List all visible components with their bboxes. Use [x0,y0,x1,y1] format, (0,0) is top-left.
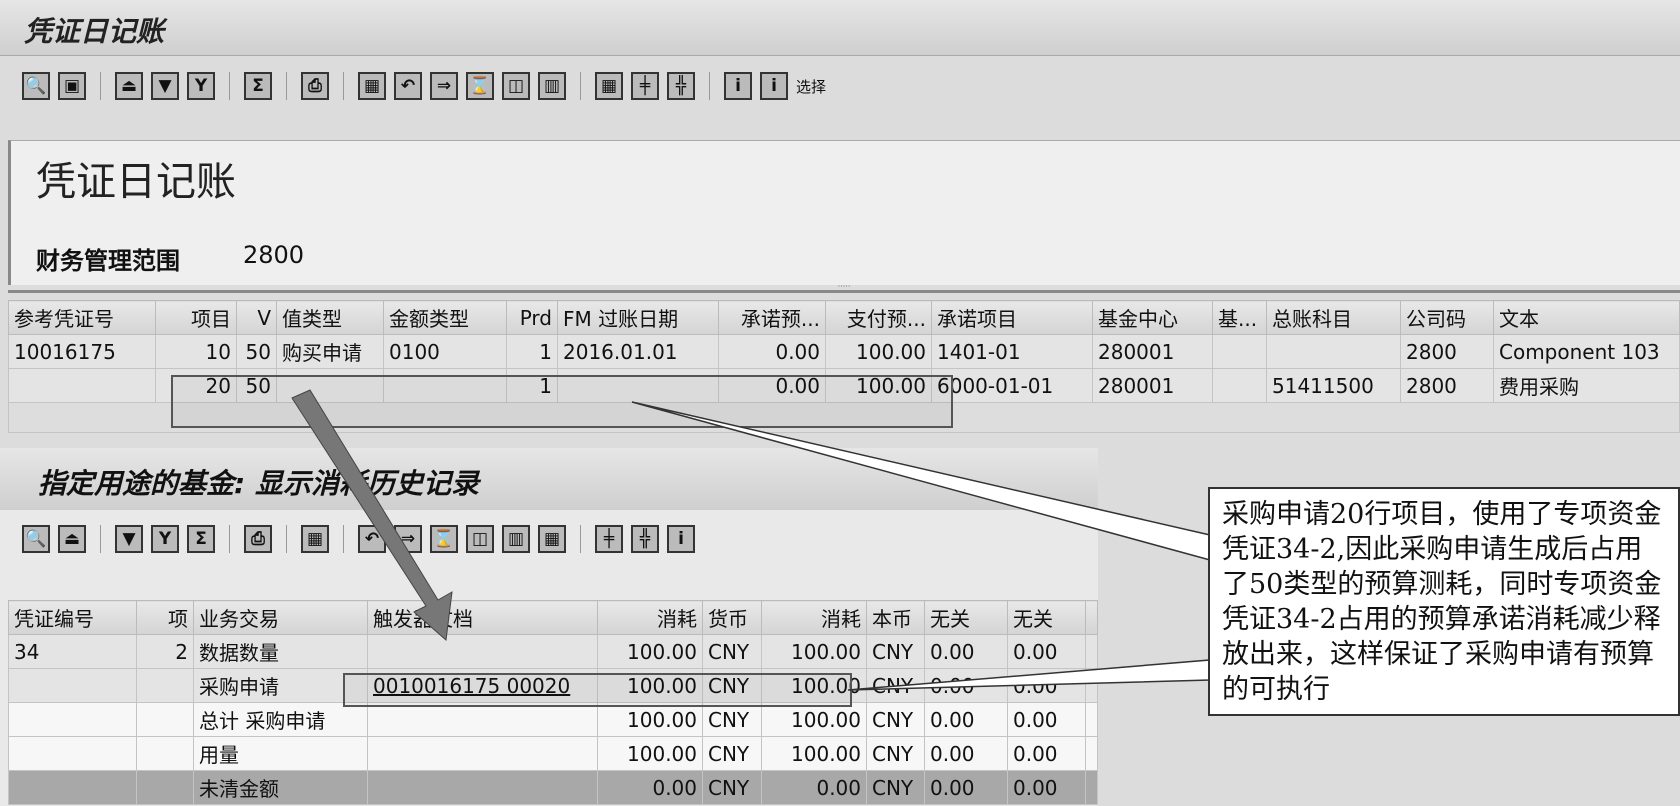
callout-pointer-bottom [847,659,1211,691]
callout-pointer-top [631,401,1211,561]
annotation-callout: 采购申请20行项目，使用了专项资金凭证34-2,因此采购申请生成后占用了50类型… [1208,487,1680,716]
gray-arrow [291,389,453,641]
